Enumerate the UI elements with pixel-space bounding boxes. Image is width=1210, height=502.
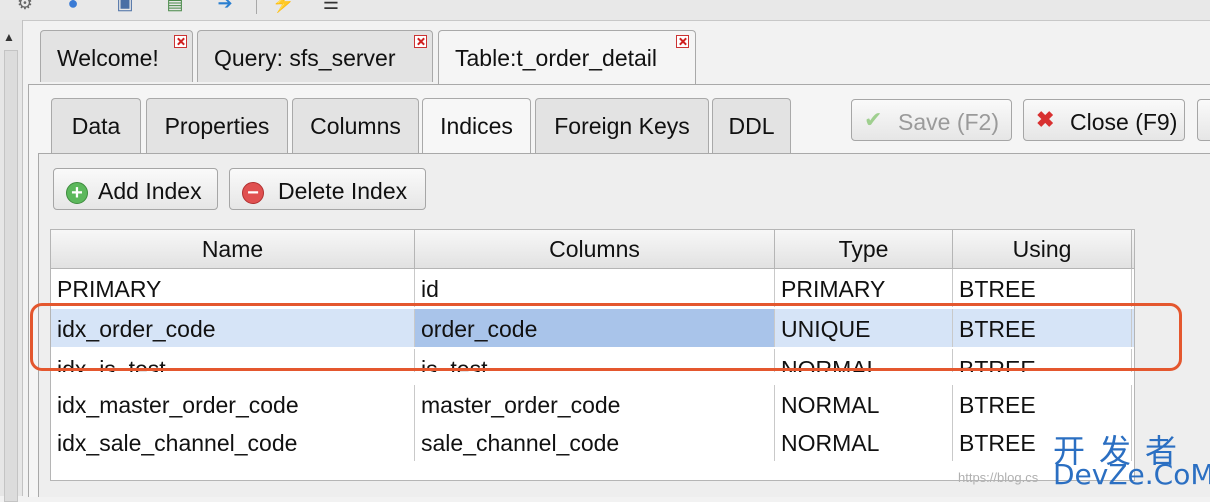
add-index-button[interactable]: + Add Index	[53, 168, 218, 210]
column-header-using[interactable]: Using	[953, 230, 1132, 268]
delete-index-label: Delete Index	[278, 178, 408, 204]
save-icon[interactable]: ▣	[114, 0, 136, 14]
cell-columns[interactable]: id	[415, 269, 775, 307]
cell-name[interactable]: idx_master_order_code	[51, 385, 415, 423]
column-header-columns[interactable]: Columns	[415, 230, 775, 268]
gear-icon[interactable]: ⚙	[14, 0, 36, 14]
tab-welcome[interactable]: Welcome!	[40, 30, 193, 82]
table-row[interactable]: idx_sale_channel_code sale_channel_code …	[51, 423, 1134, 461]
table-row[interactable]: idx_master_order_code master_order_code …	[51, 385, 1134, 423]
cell-type[interactable]: NORMAL	[775, 385, 953, 423]
tab-indices[interactable]: Indices	[422, 98, 531, 156]
cell-using[interactable]: BTREE	[953, 269, 1132, 307]
tab-label: Query: sfs_server	[214, 45, 396, 71]
left-scrollbar[interactable]: ▲	[0, 20, 23, 502]
list-icon[interactable]: ☰	[320, 0, 342, 14]
toolbar-divider	[256, 0, 257, 14]
column-header-name[interactable]: Name	[51, 230, 415, 268]
tab-data[interactable]: Data	[51, 98, 141, 154]
tab-label: Data	[71, 113, 121, 139]
scroll-up-arrow-icon[interactable]: ▲	[3, 30, 15, 44]
tab-label: Indices	[440, 113, 513, 139]
lightning-icon[interactable]: ⚡	[272, 0, 294, 14]
tab-label: DDL	[728, 113, 775, 139]
tab-columns[interactable]: Columns	[292, 98, 419, 154]
tab-table-t-order-detail[interactable]: Table:t_order_detail	[438, 30, 696, 85]
tab-properties[interactable]: Properties	[146, 98, 288, 154]
tab-label: Table:t_order_detail	[455, 45, 658, 71]
save-button[interactable]: ✔ Save (F2)	[851, 99, 1012, 141]
close-button[interactable]: ✖ Close (F9)	[1023, 99, 1185, 141]
table-header: Name Columns Type Using	[51, 230, 1134, 269]
tab-ddl[interactable]: DDL	[712, 98, 791, 154]
cell-name[interactable]: idx_sale_channel_code	[51, 423, 415, 461]
cell-type[interactable]: PRIMARY	[775, 269, 953, 307]
cell-type[interactable]: NORMAL	[775, 423, 953, 461]
delete-index-button[interactable]: − Delete Index	[229, 168, 426, 210]
annotation-highlight-box	[30, 303, 1182, 371]
checkmark-icon: ✔	[864, 107, 883, 132]
overflow-button[interactable]	[1197, 99, 1210, 141]
tab-query[interactable]: Query: sfs_server	[197, 30, 433, 82]
tab-label: Properties	[164, 113, 270, 139]
tab-label: Columns	[310, 113, 401, 139]
users-icon[interactable]: ●	[62, 0, 84, 14]
tab-label: Foreign Keys	[554, 113, 690, 139]
add-index-label: Add Index	[98, 178, 202, 204]
cell-columns[interactable]: sale_channel_code	[415, 423, 775, 461]
tab-label: Welcome!	[57, 45, 159, 71]
x-icon: ✖	[1036, 107, 1055, 132]
main-toolbar: ⚙ ● ▣ ▤ ➔ ⚡ ☰	[0, 0, 1210, 21]
add-table-icon[interactable]: ▤	[164, 0, 186, 14]
cell-columns[interactable]: master_order_code	[415, 385, 775, 423]
minus-icon: −	[242, 182, 264, 204]
save-button-label: Save (F2)	[898, 109, 999, 135]
close-button-label: Close (F9)	[1070, 109, 1178, 135]
table-row[interactable]: PRIMARY id PRIMARY BTREE	[51, 269, 1134, 307]
plus-icon: +	[66, 182, 88, 204]
cell-using[interactable]: BTREE	[953, 385, 1132, 423]
tab-foreign-keys[interactable]: Foreign Keys	[535, 98, 709, 154]
close-tab-icon[interactable]	[414, 35, 427, 48]
cell-name[interactable]: PRIMARY	[51, 269, 415, 307]
watermark-logo-brand: DevZe.CoM	[1053, 458, 1210, 491]
scrollbar-track[interactable]	[4, 50, 18, 502]
export-icon[interactable]: ➔	[214, 0, 236, 14]
close-tab-icon[interactable]	[676, 35, 689, 48]
column-header-type[interactable]: Type	[775, 230, 953, 268]
watermark-url: https://blog.cs	[958, 470, 1039, 485]
close-tab-icon[interactable]	[174, 35, 187, 48]
